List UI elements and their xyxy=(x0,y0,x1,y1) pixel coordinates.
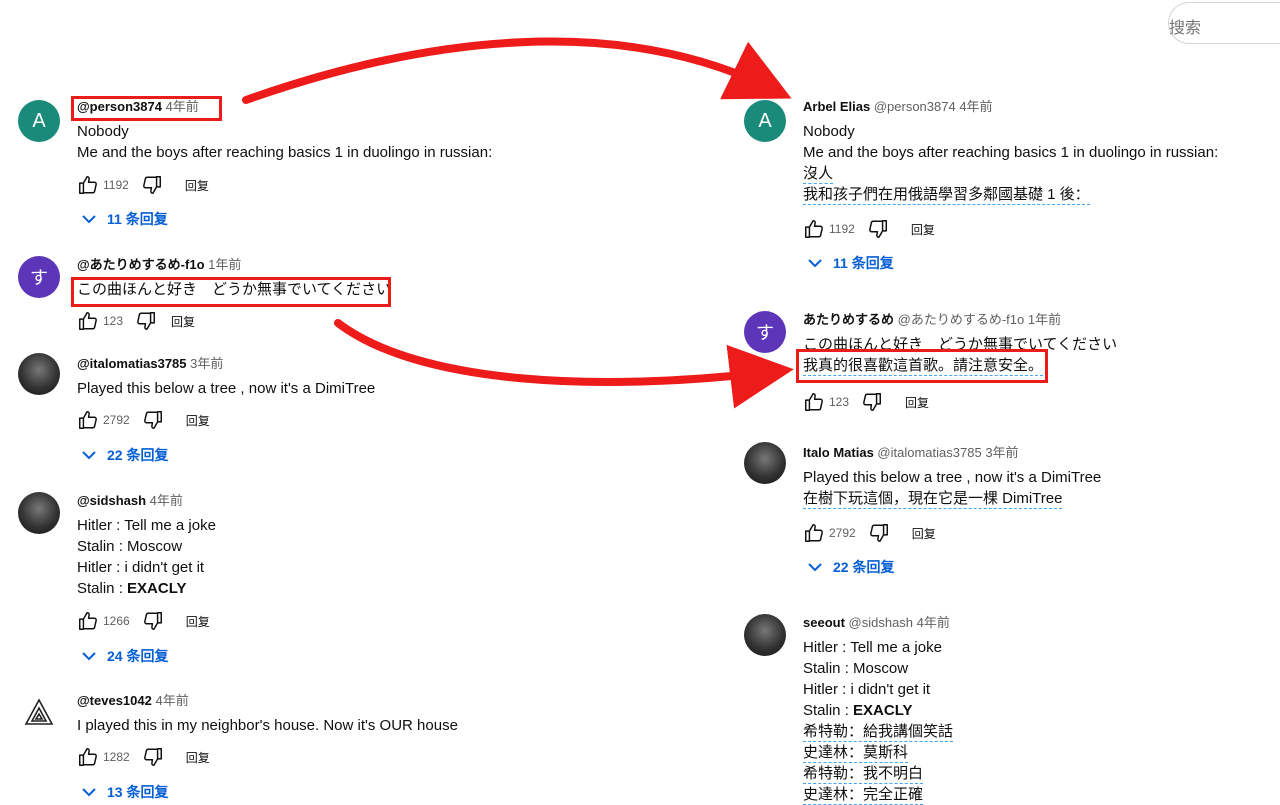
arrow-translation xyxy=(334,319,794,409)
annotation-arrows xyxy=(242,37,794,409)
arrow-username xyxy=(242,37,792,104)
